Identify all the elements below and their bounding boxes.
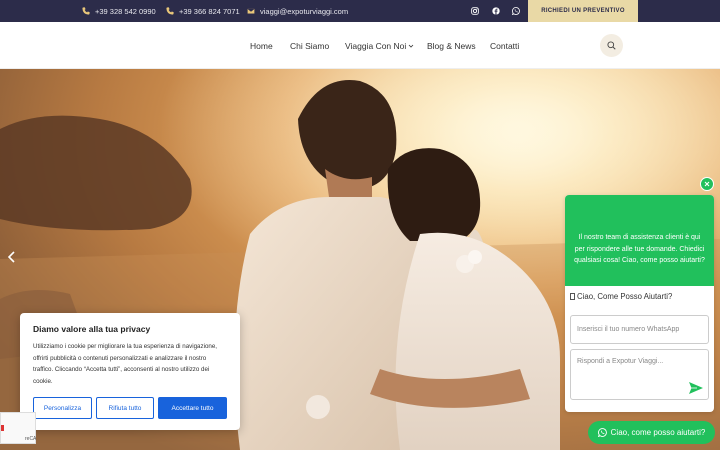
- customize-cookies-button[interactable]: Personalizza: [33, 397, 92, 419]
- whatsapp-chat-bubble[interactable]: Ciao, come posso aiutarti?: [588, 421, 715, 444]
- whatsapp-chat-panel: Il nostro team di assistenza clienti è q…: [565, 195, 714, 412]
- nav-item-viaggia-con-noi[interactable]: Viaggia Con Noi: [345, 22, 414, 69]
- email-contact[interactable]: viaggi@expoturviaggi.com: [247, 0, 348, 22]
- accept-all-button[interactable]: Accettare tutto: [158, 397, 227, 419]
- phone-contact-2[interactable]: +39 366 824 7071: [166, 0, 240, 22]
- whatsapp-icon: [597, 428, 607, 437]
- chevron-down-icon: [408, 44, 414, 48]
- nav-blog-label: Blog & News: [427, 40, 476, 51]
- send-icon: [689, 382, 703, 394]
- phone-icon: [166, 7, 174, 15]
- whatsapp-number-input[interactable]: Inserisci il tuo numero WhatsApp: [570, 315, 709, 344]
- search-icon: [607, 41, 616, 50]
- whatsapp-close-button[interactable]: [700, 177, 714, 191]
- nav-home-label: Home: [250, 40, 273, 51]
- phone-1-text: +39 328 542 0990: [95, 6, 156, 16]
- cookie-text: Utilizziamo i cookie per migliorare la t…: [33, 343, 217, 385]
- whatsapp-title: Ciao, Come Posso Aiutarti?: [570, 292, 672, 301]
- nav-viaggia-label: Viaggia Con Noi: [345, 40, 407, 51]
- recaptcha-badge[interactable]: reCA: [0, 412, 36, 444]
- whatsapp-icon: [512, 7, 520, 15]
- phone-contact-1[interactable]: +39 328 542 0990: [82, 0, 156, 22]
- nav-contatti-label: Contatti: [490, 40, 520, 51]
- nav-item-blog-news[interactable]: Blog & News: [427, 22, 476, 69]
- envelope-icon: [247, 8, 255, 15]
- slider-prev-button[interactable]: [6, 249, 18, 265]
- whatsapp-header-text: Il nostro team di assistenza clienti è q…: [574, 234, 705, 264]
- top-bar: +39 328 542 0990 +39 366 824 7071 viaggi…: [0, 0, 720, 22]
- nav-chi-siamo-label: Chi Siamo: [290, 40, 330, 51]
- cookie-buttons: Personalizza Rifiuta tutto Accettare tut…: [33, 397, 227, 419]
- email-text: viaggi@expoturviaggi.com: [260, 6, 349, 16]
- phone-2-text: +39 366 824 7071: [179, 6, 240, 16]
- instagram-icon: [471, 7, 479, 15]
- whatsapp-bubble-label: Ciao, come posso aiutarti?: [610, 428, 706, 437]
- facebook-link[interactable]: [490, 0, 502, 22]
- facebook-icon: [492, 7, 500, 15]
- reject-all-button[interactable]: Rifiuta tutto: [96, 397, 154, 419]
- close-icon: [704, 181, 710, 187]
- search-button[interactable]: [600, 34, 623, 57]
- whatsapp-header: Il nostro team di assistenza clienti è q…: [565, 195, 714, 286]
- nav-item-contatti[interactable]: Contatti: [490, 22, 519, 69]
- nav-item-chi-siamo[interactable]: Chi Siamo: [290, 22, 329, 69]
- whatsapp-link[interactable]: [510, 0, 522, 22]
- whatsapp-title-text: Ciao, Come Posso Aiutarti?: [577, 292, 673, 301]
- phone-icon: [82, 7, 90, 15]
- cookie-consent-banner: Diamo valore alla tua privacy Utilizziam…: [20, 313, 240, 430]
- placeholder-glyph-icon: [570, 293, 575, 300]
- instagram-link[interactable]: [469, 0, 481, 22]
- nav-item-home[interactable]: Home: [250, 22, 273, 69]
- recaptcha-logo-icon: [1, 425, 4, 431]
- recaptcha-label: reCA: [25, 436, 37, 442]
- whatsapp-send-button[interactable]: [688, 380, 704, 396]
- request-quote-button[interactable]: RICHIEDI UN PREVENTIVO: [528, 0, 638, 22]
- chevron-left-icon: [7, 251, 15, 263]
- cookie-title: Diamo valore alla tua privacy: [33, 324, 151, 334]
